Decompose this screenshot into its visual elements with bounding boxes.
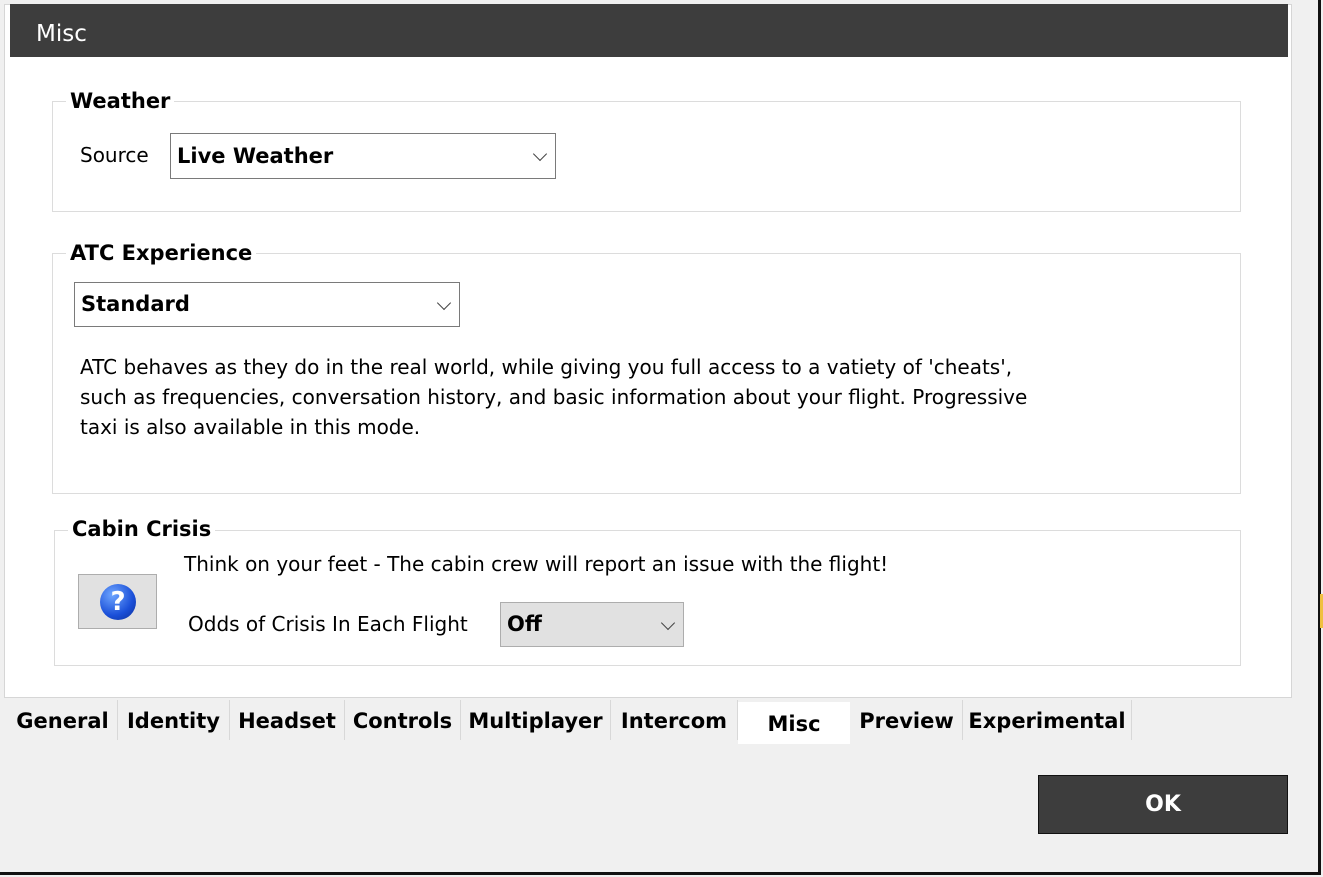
tab-misc[interactable]: Misc [738,702,850,744]
chevron-down-icon [436,295,452,310]
odds-value: Off [507,612,542,636]
source-label: Source [80,143,149,167]
atc-description-line: such as frequencies, conversation histor… [80,385,1028,409]
atc-description-line: ATC behaves as they do in the real world… [80,355,1013,379]
atc-group-title: ATC Experience [66,240,257,266]
tab-headset[interactable]: Headset [230,700,345,740]
tab-preview[interactable]: Preview [851,700,963,740]
chevron-down-icon [532,146,548,162]
weather-group-title: Weather [66,88,175,114]
atc-mode-select[interactable]: Standard [74,282,460,327]
tab-multiplayer[interactable]: Multiplayer [461,700,611,740]
help-icon: ? [100,584,136,620]
tab-identity[interactable]: Identity [118,700,230,740]
help-button[interactable]: ? [78,574,157,629]
tab-general[interactable]: General [8,700,118,740]
tab-controls[interactable]: Controls [345,700,461,740]
weather-source-value: Live Weather [177,144,334,168]
weather-source-select[interactable]: Live Weather [170,133,556,179]
atc-mode-value: Standard [81,292,190,316]
tab-intercom[interactable]: Intercom [611,700,738,740]
cabin-crisis-group-title: Cabin Crisis [68,516,216,542]
ok-button[interactable]: OK [1038,775,1288,834]
tab-experimental[interactable]: Experimental [963,700,1132,740]
atc-description-line: taxi is also available in this mode. [80,415,421,439]
cabin-crisis-description: Think on your feet - The cabin crew will… [184,552,889,576]
chevron-down-icon [660,615,676,630]
panel-header: Misc [10,4,1288,57]
odds-select[interactable]: Off [500,602,684,647]
atc-description: ATC behaves as they do in the real world… [80,352,1027,442]
odds-label: Odds of Crisis In Each Flight [188,612,468,636]
